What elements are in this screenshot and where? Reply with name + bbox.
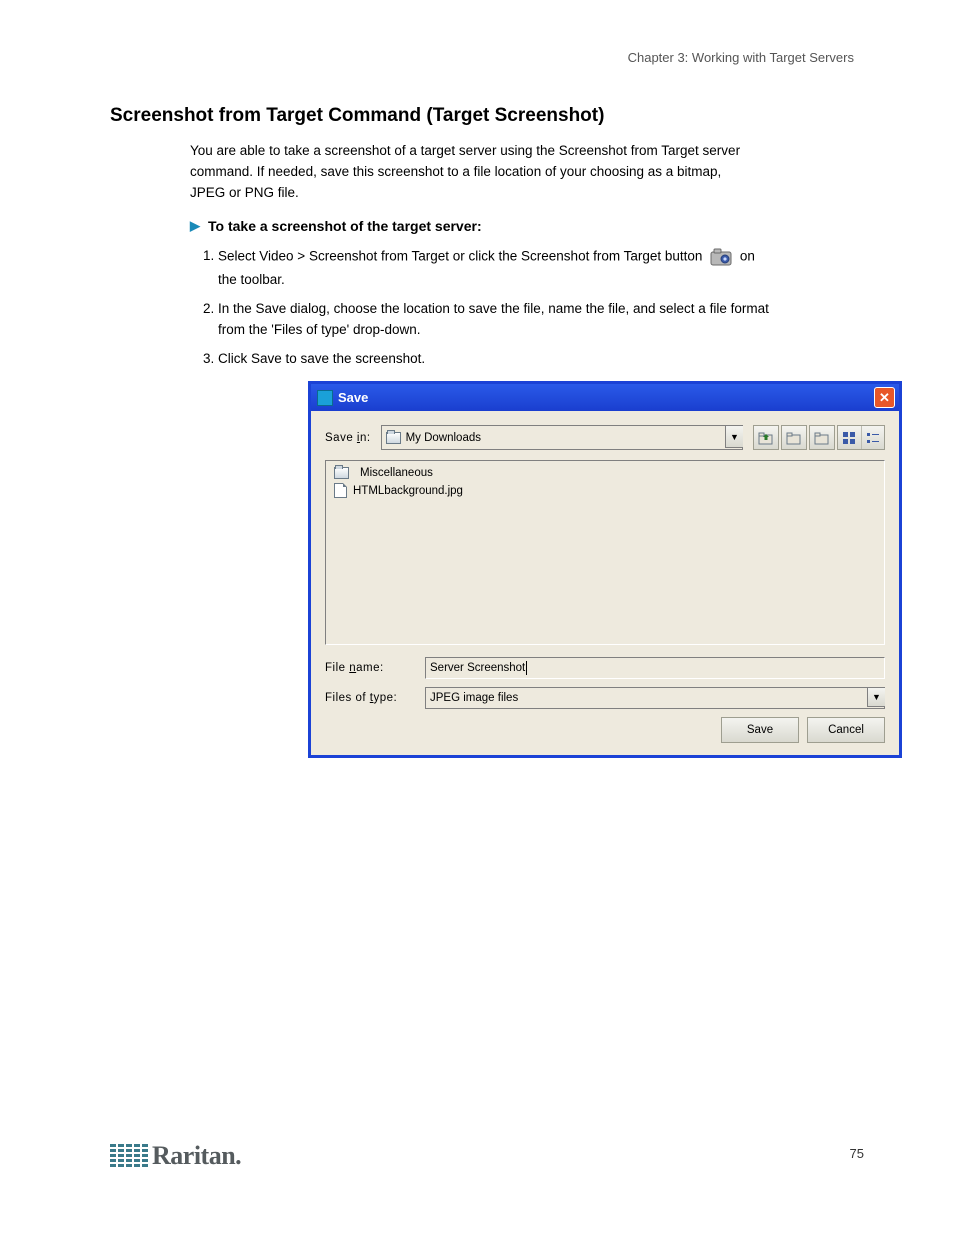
section-title: Screenshot from Target Command (Target S… <box>110 105 894 127</box>
step-2: In the Save dialog, choose the location … <box>218 299 770 341</box>
files-of-type-dropdown[interactable]: JPEG image files ▼ <box>425 687 885 709</box>
file-name-value: Server Screenshot <box>430 662 525 674</box>
cancel-button[interactable]: Cancel <box>807 717 885 743</box>
procedure-heading: ▶ To take a screenshot of the target ser… <box>110 218 894 234</box>
view-mode-buttons[interactable] <box>837 425 885 450</box>
screenshot-button-icon <box>708 244 734 270</box>
logo-text: Raritan. <box>152 1141 241 1171</box>
nav-up-button[interactable] <box>753 425 779 450</box>
intro-paragraph: You are able to take a screenshot of a t… <box>110 141 750 204</box>
raritan-logo-icon <box>110 1144 148 1168</box>
new-folder-button[interactable] <box>809 425 835 450</box>
folder-icon <box>334 467 349 479</box>
dialog-title-icon <box>317 390 333 406</box>
step-1-text-a: Select Video > Screenshot from Target or… <box>218 248 706 263</box>
save-in-value: My Downloads <box>406 432 738 444</box>
save-in-dropdown[interactable]: My Downloads ▼ <box>381 425 743 450</box>
dialog-titlebar: Save ✕ <box>311 384 899 411</box>
close-icon: ✕ <box>879 390 890 406</box>
files-of-type-label: Files of type: <box>325 692 415 704</box>
step-3: Click Save to save the screenshot. <box>218 349 770 370</box>
dialog-title: Save <box>338 390 874 405</box>
file-name-label: File name: <box>325 662 415 674</box>
procedure-heading-text: To take a screenshot of the target serve… <box>208 218 482 234</box>
folder-icon <box>386 432 401 444</box>
file-icon <box>334 483 347 498</box>
files-of-type-value: JPEG image files <box>430 692 518 704</box>
file-item-label: HTMLbackground.jpg <box>353 485 463 497</box>
file-item-label: Miscellaneous <box>360 467 433 479</box>
footer-logo: Raritan. <box>110 1141 241 1171</box>
chapter-reference: Chapter 3: Working with Target Servers <box>110 50 894 65</box>
dropdown-arrow-icon: ▼ <box>725 425 743 448</box>
step-1: Select Video > Screenshot from Target or… <box>218 244 770 291</box>
procedure-arrow-icon: ▶ <box>190 219 200 232</box>
file-browser-item-folder[interactable]: Miscellaneous <box>334 467 876 479</box>
page-number: 75 <box>850 1146 864 1161</box>
save-button[interactable]: Save <box>721 717 799 743</box>
dialog-close-button[interactable]: ✕ <box>874 387 895 408</box>
steps-list: Select Video > Screenshot from Target or… <box>110 244 770 370</box>
save-dialog: Save ✕ Save in: My Downloads ▼ <box>308 381 902 758</box>
file-name-input[interactable]: Server Screenshot <box>425 657 885 679</box>
nav-home-button[interactable] <box>781 425 807 450</box>
save-in-label: Save in: <box>325 432 371 444</box>
dropdown-arrow-icon: ▼ <box>867 687 885 707</box>
file-browser-area[interactable]: Miscellaneous HTMLbackground.jpg <box>325 460 885 645</box>
file-browser-item-file[interactable]: HTMLbackground.jpg <box>334 483 876 498</box>
